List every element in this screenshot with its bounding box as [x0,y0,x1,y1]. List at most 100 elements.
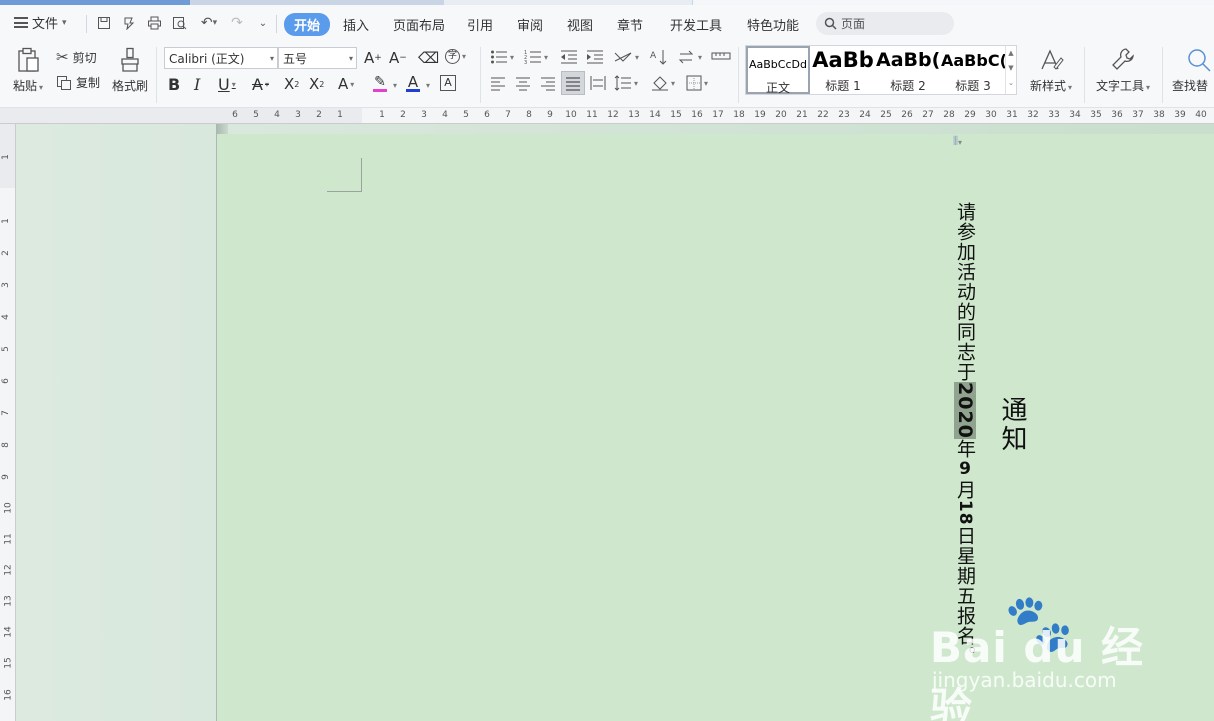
cut-button[interactable]: ✂ 剪切 [56,48,97,66]
style-heading-3[interactable]: AaBbC( 标题 3 [941,46,1005,94]
selected-year-text[interactable]: 2020 [954,382,976,439]
tab-insert[interactable]: 插入 [343,15,369,34]
underline-icon[interactable]: U ▾ [218,75,236,94]
file-menu-button[interactable]: 文件 ▾ [14,13,67,32]
shading-icon[interactable]: ▾ [651,75,675,91]
tab-special-features[interactable]: 特色功能 [747,15,799,34]
tab-references[interactable]: 引用 [467,15,493,34]
text-tools-button[interactable]: 文字工具 ▾ [1094,47,1152,94]
styles-gallery: AaBbCcDd 正文 AaBb 标题 1 AaBb( 标题 2 AaBbC( … [745,45,1017,95]
font-name-value: Calibri (正文) [169,51,245,66]
font-name-select[interactable]: Calibri (正文) ▾ [164,47,278,69]
print-preview-icon[interactable] [170,14,188,32]
format-brush-icon[interactable] [120,14,138,32]
new-style-button[interactable]: 新样式 ▾ [1028,47,1074,94]
style-heading-1[interactable]: AaBb 标题 1 [811,46,875,94]
chinese-layout-icon[interactable]: ▾ [613,49,639,65]
paste-button[interactable]: 粘贴 ▾ [10,47,46,94]
ruler-number: 23 [838,110,850,120]
font-size-select[interactable]: 五号 ▾ [278,47,357,69]
ruler-number: 1 [379,110,385,120]
tab-developer[interactable]: 开发工具 [670,15,722,34]
increase-indent-icon[interactable] [586,49,604,65]
strikethrough-icon[interactable]: A ▾ [252,75,269,94]
undo-icon[interactable]: ↶ ▾ [196,14,222,32]
ruler-number: 8 [0,442,11,448]
bold-icon[interactable]: B [168,75,180,94]
subscript-icon[interactable]: X2 [309,75,324,93]
ruler-number: 13 [3,595,14,607]
ruler-number: 29 [964,110,976,120]
highlight-color-button[interactable]: ✎ [373,75,387,92]
eraser-icon[interactable]: ⌫ [418,49,439,67]
style-heading-2[interactable]: AaBb( 标题 2 [876,46,940,94]
tab-home[interactable]: 开始 [284,13,331,36]
decrease-indent-icon[interactable] [560,49,578,65]
ruler-number: 18 [733,110,745,120]
italic-icon[interactable]: I [194,75,200,94]
justify-icon[interactable] [561,71,585,95]
tab-page-layout[interactable]: 页面布局 [393,15,445,34]
text-effects-icon[interactable]: A ▾ [338,75,354,93]
borders-icon[interactable]: ▾ [686,75,708,91]
numbering-icon[interactable]: 1 2 3 ▾ [524,49,548,65]
horizontal-ruler[interactable]: 6 5 4 3 2 1 1 2 3 4 5 6 7 8 9 10 11 12 1… [0,108,1214,124]
ruler-number: 6 [484,110,490,120]
align-left-icon[interactable] [490,75,506,91]
highlighter-icon: ✎ [374,74,386,90]
style-normal[interactable]: AaBbCcDd 正文 [746,46,810,95]
sort-icon[interactable]: A [650,49,668,65]
distributed-align-icon[interactable] [590,75,606,91]
ruler-number: 3 [0,282,11,288]
tab-review[interactable]: 审阅 [517,15,543,34]
ruler-number: 4 [442,110,448,120]
phonetic-guide-icon[interactable]: 字 ▾ [445,49,466,64]
styles-scroll-buttons[interactable]: ▲ ▼ ⌄ [1005,46,1016,94]
align-right-icon[interactable] [540,75,556,91]
shrink-font-icon[interactable]: A − [389,49,407,67]
ruler-number: 15 [3,657,14,669]
redo-icon[interactable]: ↷ [228,14,246,32]
line-spacing-icon[interactable]: ▾ [614,75,638,91]
cut-label: 剪切 [72,50,97,65]
ruler-number: 21 [796,110,808,120]
ruler-number: 24 [859,110,871,120]
style-heading-1-sample: AaBb [812,48,874,72]
document-title[interactable]: 通知 [997,396,1027,454]
ruler-number: 22 [817,110,829,120]
paragraph-layout-icon[interactable]: ⫴▾ [953,134,962,149]
divider [86,15,87,33]
grow-font-icon[interactable]: A + [364,49,382,67]
format-painter-button[interactable]: 格式刷 [110,47,150,94]
scissors-icon: ✂ [56,48,69,66]
divider [156,47,157,103]
ruler-number: 8 [526,110,532,120]
ruler-number: 10 [3,502,14,514]
char-border-icon[interactable]: A [440,75,456,91]
ruler-number: 4 [274,110,280,120]
show-marks-icon[interactable]: ▾ [678,49,702,65]
customize-toolbar-icon[interactable]: ⌄ [254,14,272,32]
ruler-number: 34 [1069,110,1081,120]
ruler-number: 1 [0,218,11,224]
ruler-number: 2 [400,110,406,120]
magnifier-icon [1188,49,1211,72]
superscript-icon[interactable]: X2 [284,75,299,93]
ruler-number: 19 [754,110,766,120]
menu-bar: 文件 ▾ ↶ ▾ ↷ ⌄ 开始 插入 页面布局 引用 审阅 视图 章节 开发工具 … [0,5,1214,43]
ruler-number: 28 [943,110,955,120]
wrench-icon [1112,48,1134,70]
save-icon[interactable] [95,14,113,32]
tab-chapter[interactable]: 章节 [617,15,643,34]
tab-view[interactable]: 视图 [567,15,593,34]
font-color-button[interactable]: A [406,75,420,92]
search-box[interactable]: 页面 [816,12,954,35]
align-center-icon[interactable] [515,75,531,91]
divider [738,47,739,103]
vertical-ruler[interactable]: 1 1 2 3 4 5 6 7 8 9 10 11 12 13 14 15 16 [0,124,16,721]
find-replace-button[interactable]: 查找替 [1172,47,1214,94]
ruler-toggle-icon[interactable] [711,49,731,63]
copy-button[interactable]: 复制 [56,74,100,91]
bullets-icon[interactable]: ▾ [490,49,514,65]
print-icon[interactable] [145,14,163,32]
